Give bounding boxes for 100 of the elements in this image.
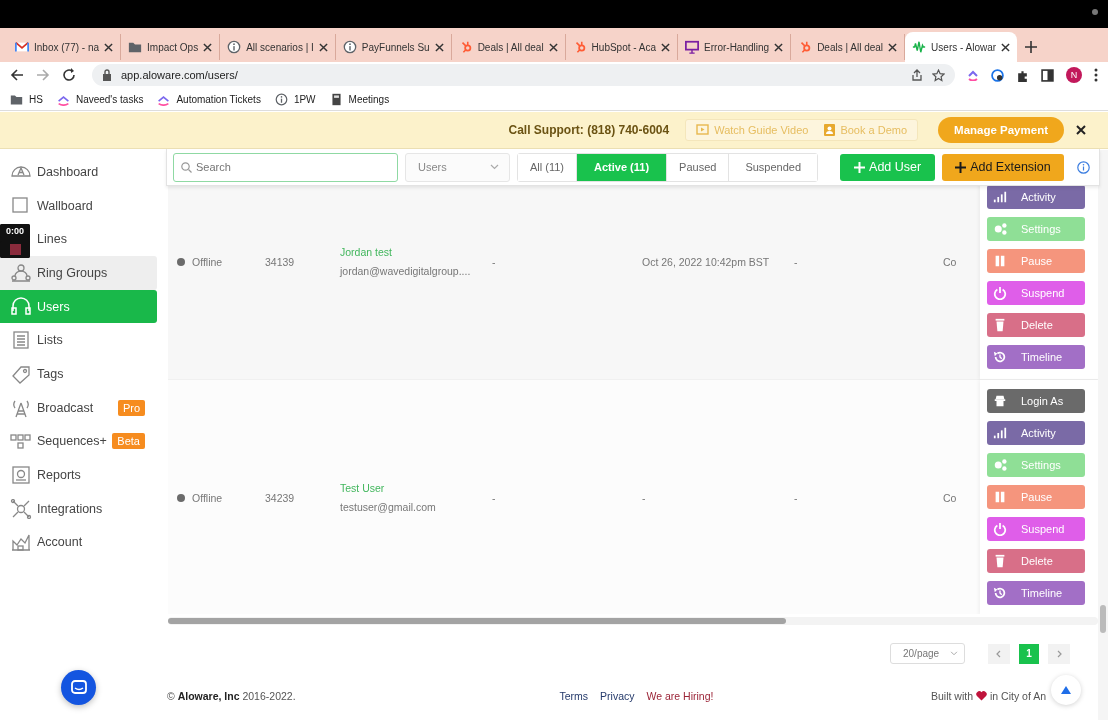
footer-link[interactable]: We are Hiring! xyxy=(646,690,714,702)
report-icon xyxy=(10,465,32,486)
horizontal-scrollbar[interactable] xyxy=(168,617,1098,625)
browser-tab[interactable]: HubSpot - Aca xyxy=(565,34,679,60)
close-icon[interactable] xyxy=(434,42,444,52)
email-text: jordan@wavedigitalgroup.... xyxy=(340,265,472,277)
trash-icon xyxy=(993,554,1007,568)
profile-avatar[interactable]: N xyxy=(1066,67,1082,83)
tab-title: Deals | All deal xyxy=(477,41,544,53)
action-button[interactable]: Login As xyxy=(987,389,1085,413)
table-cell: Oct 26, 2022 10:42pm BST xyxy=(642,255,770,268)
close-icon[interactable] xyxy=(661,42,671,52)
history-icon xyxy=(993,350,1007,364)
headset-icon xyxy=(10,296,32,317)
user-type-dropdown[interactable]: Users xyxy=(405,152,510,182)
extension-cell: 34239 xyxy=(265,491,295,504)
sidebar-label: Integrations xyxy=(37,501,104,516)
bookmark[interactable]: 1PW xyxy=(274,92,316,106)
sidebar-item[interactable]: Broadcast Pro xyxy=(0,390,157,425)
chevron-down-icon xyxy=(490,164,499,170)
star-icon[interactable] xyxy=(932,68,945,82)
presentation-icon xyxy=(685,40,700,54)
footer-link[interactable]: Terms xyxy=(559,690,589,702)
browser-tab[interactable]: Error-Handling xyxy=(678,34,792,60)
table-cell: - xyxy=(492,491,496,504)
sidebar-item[interactable]: Reports xyxy=(0,458,157,492)
tab-title: HubSpot - Aca xyxy=(591,41,657,53)
side-panel-icon[interactable] xyxy=(1041,68,1054,82)
sidebar-label: Dashboard xyxy=(37,164,100,179)
add-button[interactable]: Add Extension xyxy=(942,153,1064,181)
sidebar-item[interactable]: Dashboard xyxy=(0,155,157,189)
up-arrow-icon xyxy=(1061,686,1071,694)
filter-tab[interactable]: All (11) xyxy=(518,153,578,181)
sidebar-item[interactable]: Lists xyxy=(0,323,157,358)
close-icon[interactable] xyxy=(888,42,898,52)
sidebar-item[interactable]: Tags xyxy=(0,357,157,391)
tab-title: Users - Alowar xyxy=(931,41,997,53)
menu-icon[interactable] xyxy=(1094,68,1098,82)
new-tab-icon[interactable] xyxy=(1025,41,1038,53)
status-dot-icon xyxy=(177,257,185,266)
page-size-dropdown[interactable]: 20/page xyxy=(890,643,965,664)
sidebar-item[interactable]: Ring Groups xyxy=(0,256,157,290)
action-button[interactable]: Timeline xyxy=(987,345,1085,369)
action-button[interactable]: Activity xyxy=(987,421,1085,445)
browser-tab[interactable]: Impact Ops xyxy=(121,34,221,60)
sidebar-item[interactable]: Wallboard xyxy=(0,188,157,223)
info-icon xyxy=(227,40,242,54)
sidebar-item[interactable]: Sequences+ Beta xyxy=(0,424,157,459)
browser-tab[interactable]: All scenarios | I xyxy=(220,34,336,60)
table-cell: - xyxy=(642,491,646,504)
tab-title: Error-Handling xyxy=(704,41,770,53)
puzzle-icon[interactable] xyxy=(1016,68,1029,82)
close-icon[interactable] xyxy=(548,42,558,52)
bookmark[interactable]: HS xyxy=(10,92,43,106)
tag-icon xyxy=(10,363,32,384)
search-icon xyxy=(181,161,192,173)
chevron-icon[interactable] xyxy=(967,69,979,81)
close-icon[interactable] xyxy=(318,42,328,52)
action-button[interactable]: Timeline xyxy=(987,581,1085,605)
browser-tab[interactable]: PayFunnels Su xyxy=(335,34,452,60)
folder-icon xyxy=(10,92,23,106)
address-bar[interactable]: app.aloware.com/users/ xyxy=(92,64,955,86)
history-icon xyxy=(993,586,1007,600)
tab-title: PayFunnels Su xyxy=(361,41,430,53)
close-icon[interactable] xyxy=(203,42,213,52)
reload-icon[interactable] xyxy=(62,68,76,82)
back-icon[interactable] xyxy=(10,68,24,82)
browser-tab[interactable]: Users - Alowar xyxy=(905,32,1018,62)
sidebar-item[interactable]: Account xyxy=(0,525,157,560)
plus-icon xyxy=(854,161,866,173)
waveform-icon xyxy=(912,40,927,54)
list-icon xyxy=(10,330,32,351)
close-icon[interactable] xyxy=(104,42,114,52)
action-button[interactable]: Activity xyxy=(987,186,1085,209)
browser-tab[interactable]: Deals | All deal xyxy=(451,34,566,60)
share-icon[interactable] xyxy=(911,69,923,81)
close-icon[interactable] xyxy=(1076,125,1086,135)
tag-label: Beta xyxy=(112,433,145,450)
close-icon[interactable] xyxy=(774,42,784,52)
bookmark[interactable]: Meetings xyxy=(329,92,390,106)
sidebar-item[interactable]: Integrations xyxy=(0,491,157,526)
mail-icon xyxy=(15,40,29,54)
bookmark[interactable]: Automation Tickets xyxy=(157,92,261,106)
table-cell: Co xyxy=(943,491,957,504)
info-icon[interactable] xyxy=(1076,160,1090,174)
email-text: testuser@gmail.com xyxy=(340,501,437,513)
close-icon[interactable] xyxy=(1001,42,1011,52)
vertical-scrollbar[interactable] xyxy=(1098,150,1108,720)
tag-label: Pro xyxy=(117,399,145,416)
tab-title: Inbox (77) - na xyxy=(34,41,100,53)
footer-link[interactable]: Privacy xyxy=(600,690,635,702)
url-text: app.aloware.com/users/ xyxy=(121,69,238,81)
browser-tab[interactable]: Inbox (77) - na xyxy=(8,34,122,60)
bookmark[interactable]: Naveed's tasks xyxy=(56,92,144,106)
scroll-to-top-button[interactable] xyxy=(1051,675,1081,705)
sidebar-label: Tags xyxy=(37,366,65,381)
sequence-icon xyxy=(10,431,32,452)
search-field[interactable]: Search xyxy=(173,152,398,182)
signal-bars-icon xyxy=(993,426,1007,440)
info-icon xyxy=(274,92,288,106)
